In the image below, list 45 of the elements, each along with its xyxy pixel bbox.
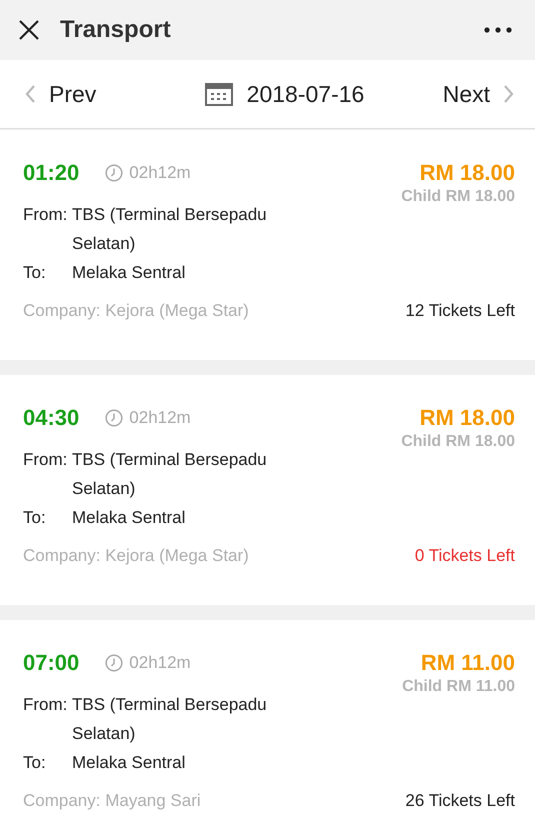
clock-icon <box>105 409 124 427</box>
destination-text: Melaka Sentral <box>72 507 186 529</box>
adult-price: RM 11.00 <box>420 649 515 677</box>
from-label: From: <box>23 449 68 471</box>
departure-time: 04:30 <box>23 405 80 431</box>
departure-time: 01:20 <box>23 160 80 186</box>
page-title: Transport <box>60 16 172 44</box>
child-price: Child RM 18.00 <box>401 188 515 206</box>
destination-text: Melaka Sentral <box>72 262 186 284</box>
to-label: To: <box>23 262 47 284</box>
child-price: Child RM 11.00 <box>402 678 515 696</box>
chevron-right-icon <box>503 84 515 104</box>
calendar-icon <box>204 82 233 106</box>
company-text: Company: Kejora (Mega Star) <box>23 546 249 566</box>
prev-button[interactable]: Prev <box>24 80 96 108</box>
from-label: From: <box>23 204 68 226</box>
trip-card[interactable]: 04:30 02h12m From: TBS (Terminal Bersepadu Selatan) To: Melaka Sentral RM 18.00 Child RM 18.00 Company: Kejora (Mega Star) 0 Tickets Left <box>0 375 535 605</box>
tickets-left: 12 Tickets Left <box>405 301 515 321</box>
duration-text: 02h12m <box>129 163 191 183</box>
departure-time: 07:00 <box>23 650 80 676</box>
origin-text: TBS (Terminal Bersepadu Selatan) <box>72 204 268 255</box>
origin-text: TBS (Terminal Bersepadu Selatan) <box>72 694 268 745</box>
company-text: Company: Mayang Sari <box>23 791 201 811</box>
duration-text: 02h12m <box>129 408 191 428</box>
tickets-left: 26 Tickets Left <box>405 791 515 811</box>
more-icon[interactable] <box>484 27 512 33</box>
child-price: Child RM 18.00 <box>401 433 515 451</box>
trip-card[interactable]: 01:20 02h12m From: TBS (Terminal Bersepadu Selatan) To: Melaka Sentral RM 18.00 Child RM 18.00 Company: Kejora (Mega Star) 12 Tickets Left <box>0 130 535 360</box>
origin-text: TBS (Terminal Bersepadu Selatan) <box>72 449 268 500</box>
clock-icon <box>105 654 124 672</box>
trip-card[interactable]: 07:00 02h12m From: TBS (Terminal Bersepadu Selatan) To: Melaka Sentral RM 11.00 Child RM 11.00 Company: Mayang Sari 26 Tickets Left <box>0 620 535 840</box>
to-label: To: <box>23 507 47 529</box>
next-button[interactable]: Next <box>442 80 515 108</box>
from-label: From: <box>23 694 68 716</box>
destination-text: Melaka Sentral <box>72 752 186 774</box>
duration-text: 02h12m <box>129 653 191 673</box>
adult-price: RM 18.00 <box>420 404 515 432</box>
adult-price: RM 18.00 <box>420 159 515 187</box>
clock-icon <box>105 164 124 182</box>
to-label: To: <box>23 752 47 774</box>
company-text: Company: Kejora (Mega Star) <box>23 301 249 321</box>
date-button[interactable]: 2018-07-16 <box>204 80 364 108</box>
tickets-left: 0 Tickets Left <box>414 546 515 566</box>
chevron-left-icon <box>24 84 36 104</box>
close-icon[interactable] <box>18 19 40 41</box>
